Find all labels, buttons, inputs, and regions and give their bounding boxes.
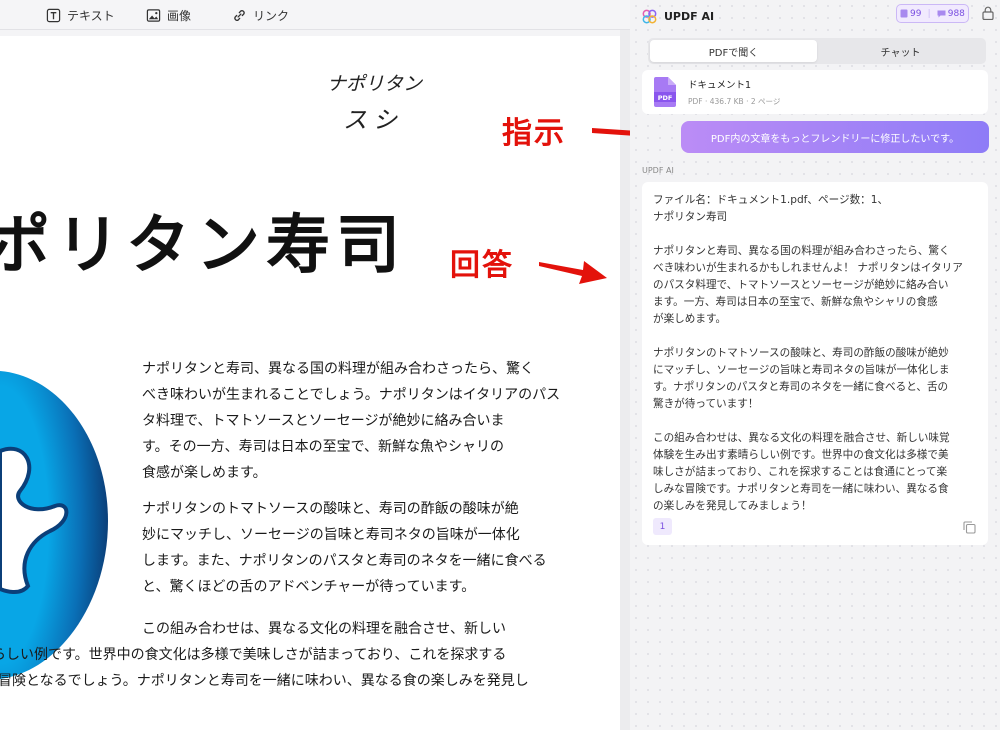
file-info: ドキュメント1 PDF · 436.7 KB · 2 ページ [688,77,780,107]
file-meta: PDF · 436.7 KB · 2 ページ [688,97,781,106]
body-paragraph-1: ナポリタンと寿司、異なる国の料理が組み合わさったら、驚く べき味わいが生まれるこ… [142,361,561,481]
ai-assistant-panel: UPDF AI 99 | 988 PDFで聞く チャット PDF ドキュメント1… [630,0,1000,730]
panel-title: UPDF AI [664,9,715,23]
edit-toolbar: テキスト 画像 リンク [0,0,630,30]
response-line: この組み合わせは、異なる文化の料理を融合させ、新しい味覚 [653,432,950,444]
copy-icon[interactable] [963,521,976,534]
response-line: にマッチし、ソーセージの旨味と寿司ネタの旨味が一体化しま [653,364,950,376]
tab-chat[interactable]: チャット [817,40,984,62]
mode-tabs: PDFで聞く チャット [648,38,986,64]
response-line: ます。一方、寿司は日本の至宝で、新鮮な魚やシャリの食感 [653,296,938,308]
svg-text:PDF: PDF [658,94,673,102]
add-link-button[interactable]: リンク [232,5,289,25]
body-paragraph-2: ナポリタンのトマトソースの酸味と、寿司の酢飯の酸味が絶 妙にマッチし、ソーセージ… [142,501,547,595]
response-line: ナポリタン寿司 [653,211,728,223]
body-paragraph-3: この組み合わせは、異なる文化の料理を融合させ、新しい 晴らしい例です。世界中の食… [0,621,529,689]
document-credit-icon [900,9,908,18]
response-line: す。ナポリタンのパスタと寿司のネタを一緒に食べると、舌の [653,381,949,393]
attached-file-card[interactable]: PDF ドキュメント1 PDF · 436.7 KB · 2 ページ [642,70,988,114]
instruction-annotation: 指示 [502,116,566,151]
pdf-credit-count: 99 [900,9,922,19]
updf-ai-logo-icon [642,9,657,23]
answer-annotation: 回答 [450,248,514,283]
file-name: ドキュメント1 [688,80,752,91]
response-line: の楽しみを発見してみましょう！ [653,500,812,512]
chat-credit-icon [937,10,946,17]
credits-badge[interactable]: 99 | 988 [896,4,969,23]
add-text-button[interactable]: テキスト [46,5,115,25]
response-line: 体験を生み出す素晴らしい例です。世界中の食文化は多様で美 [653,449,949,461]
response-line: 味しさが詰まっており、これを探求することは食通にとって楽 [653,466,948,478]
response-line: ナポリタンと寿司、異なる国の料理が組み合わさったら、驚く [653,245,950,257]
ai-response-text: ファイル名：ドキュメント1.pdf、ページ数：1、 ナポリタン寿司ナポリタンと寿司… [653,192,977,515]
user-prompt-bubble: PDF内の文章をもっとフレンドリーに修正したいです。 [681,121,989,153]
add-image-label: 画像 [167,8,192,23]
response-line: 驚きが待っています！ [653,398,759,410]
pdf-file-icon: PDF [654,77,676,107]
response-line: が楽しめます。 [653,313,727,325]
image-icon [146,8,161,22]
response-label: UPDF AI [642,166,674,175]
link-icon [234,9,245,21]
response-line: のパスタ料理で、トマトソースとソーセージが絶妙に絡み合い [653,279,949,291]
arrow-icon [539,261,607,284]
response-line: べき味わいが生まれるかもしれませんよ！ ナポリタンはイタリア [653,262,963,274]
tab-ask-pdf[interactable]: PDFで聞く [650,40,817,62]
page-reference-badge[interactable]: 1 [653,518,672,535]
response-line: ナポリタンのトマトソースの酸味と、寿司の酢飯の酸味が絶妙 [653,347,949,359]
add-image-button[interactable]: 画像 [146,5,191,25]
add-text-label: テキスト [67,8,115,23]
svg-text:スシ: スシ [343,106,403,134]
response-line: ファイル名：ドキュメント1.pdf、ページ数：1、 [653,194,889,206]
ai-response-card: ファイル名：ドキュメント1.pdf、ページ数：1、 ナポリタン寿司ナポリタンと寿司… [642,182,988,545]
response-line: しみな冒険です。ナポリタンと寿司を一緒に味わい、異なる食 [653,483,949,495]
svg-text:ナポリタン: ナポリタン [327,73,423,95]
chat-credit-count: 988 [937,9,965,19]
text-icon [46,8,61,22]
document-title: ポリタン寿司 [0,209,406,283]
add-link-label: リンク [253,8,290,23]
handwritten-note: ナポリタン スシ [327,73,423,134]
lock-icon[interactable] [982,6,994,20]
